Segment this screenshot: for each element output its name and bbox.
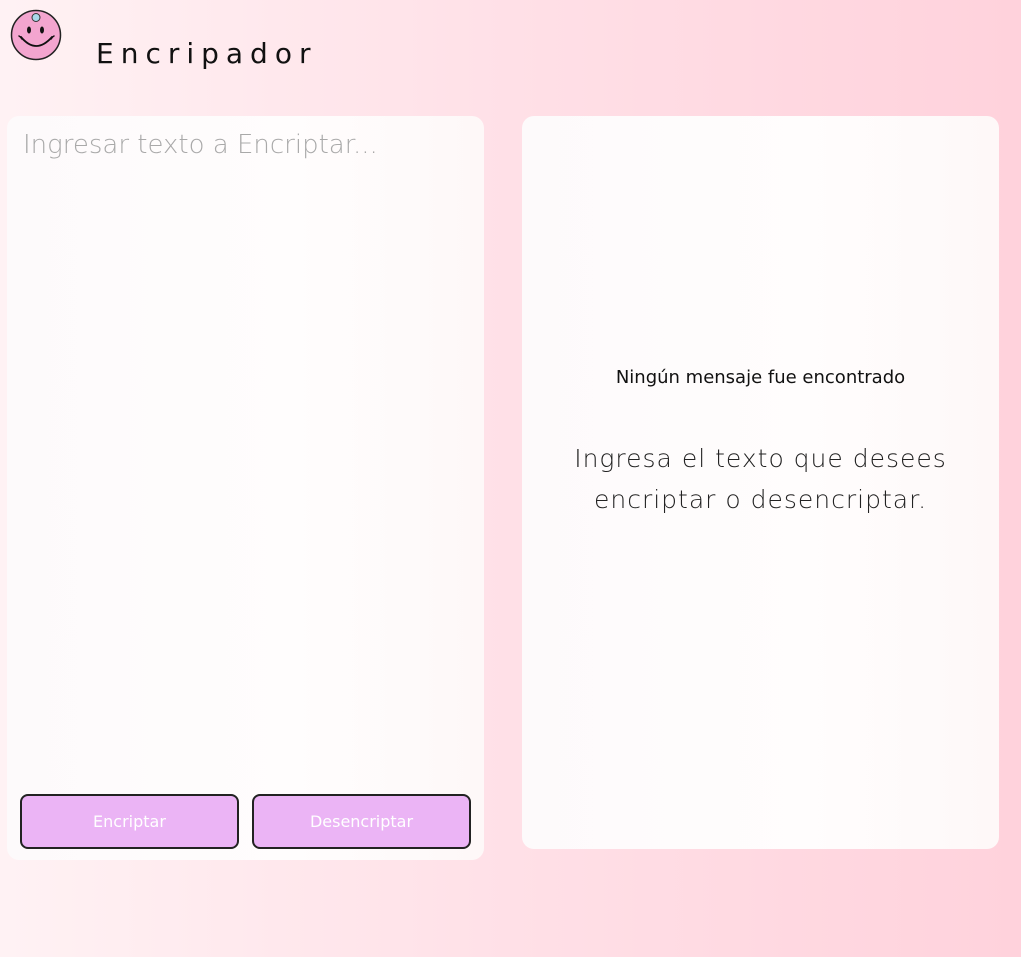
no-message-description: Ingresa el texto que desees encriptar o …	[574, 444, 947, 514]
smiley-face-icon	[10, 9, 62, 61]
decrypt-button[interactable]: Desencriptar	[252, 794, 471, 849]
output-panel: Ningún mensaje fue encontrado Ingresa el…	[522, 116, 999, 849]
text-input[interactable]	[21, 130, 473, 780]
encrypt-button[interactable]: Encriptar	[20, 794, 239, 849]
no-message-title: Ningún mensaje fue encontrado	[615, 367, 906, 388]
header: Encripador	[0, 0, 1021, 80]
input-panel: Encriptar Desencriptar	[7, 116, 484, 860]
app-title: Encripador	[96, 36, 318, 70]
